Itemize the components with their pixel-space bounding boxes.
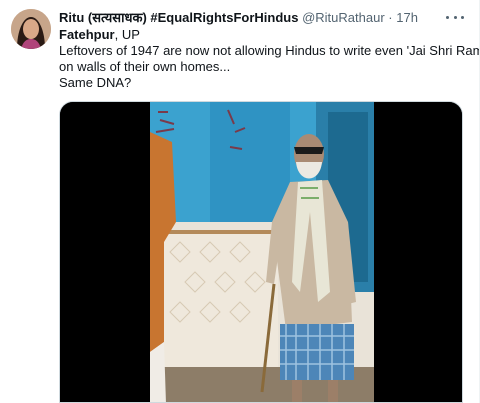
text-line-2: on walls of their own homes... [59,59,231,74]
author-name[interactable]: Ritu (सत्यसाधक) #EqualRightsForHindus [59,10,298,25]
tweet-header: Ritu (सत्यसाधक) #EqualRightsForHindus @R… [59,8,436,28]
text-line-3: Same DNA? [59,75,132,90]
video-frame [60,102,462,402]
tweet-card[interactable]: Ritu (सत्यसाधक) #EqualRightsForHindus @R… [0,0,480,403]
text-line-1: Leftovers of 1947 are now not allowing H… [59,43,480,58]
location-line: Fatehpur, UP [59,27,466,43]
tweet-video[interactable] [59,101,463,403]
more-dots-icon[interactable] [446,10,464,24]
location-rest: , UP [114,27,140,42]
separator-dot: · [388,10,393,25]
tweet-time[interactable]: 17h [396,10,418,25]
location-name: Fatehpur [59,27,115,42]
author-handle[interactable]: @RituRathaur [302,10,385,25]
author-avatar[interactable] [11,9,51,49]
tweet-text: Fatehpur, UP Leftovers of 1947 are now n… [59,27,480,91]
